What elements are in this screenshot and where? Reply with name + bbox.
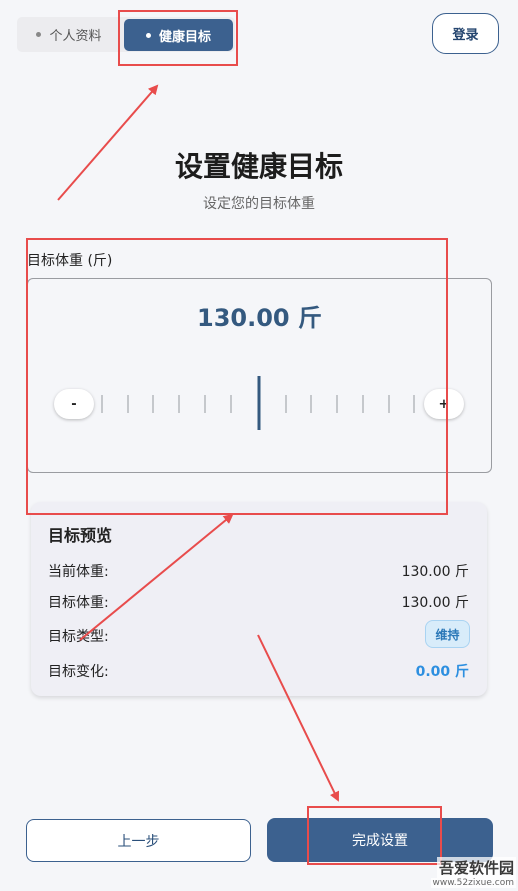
tab-profile-label: 个人资料 [49, 29, 102, 44]
target-weight-row-value: 130.00 斤 [401, 595, 469, 611]
increase-button[interactable]: + [424, 389, 464, 419]
tab-health-goal-label: 健康目标 [158, 29, 211, 45]
watermark-text: 吾爱软件园 [436, 857, 516, 878]
site-watermark: 吾爱软件园 www.52zixue.com [416, 836, 516, 888]
weight-ruler-slider[interactable] [96, 376, 424, 432]
watermark-url: www.52zixue.com [430, 878, 516, 888]
dot-icon [145, 32, 151, 38]
decrease-button[interactable]: - [54, 389, 94, 419]
login-button[interactable]: 登录 [432, 13, 499, 54]
tab-profile[interactable]: 个人资料 [17, 17, 121, 52]
current-weight-value: 130.00 斤 [401, 564, 469, 580]
preview-title: 目标预览 [48, 526, 113, 545]
target-weight-label: 目标体重 (斤) [27, 253, 113, 269]
weight-value: 130.00 斤 [197, 304, 322, 332]
goal-type-label: 目标类型: [48, 629, 109, 645]
dot-icon [36, 32, 42, 37]
tab-health-goal[interactable]: 健康目标 [124, 19, 233, 51]
back-button[interactable]: 上一步 [26, 819, 251, 862]
current-weight-label: 当前体重: [48, 564, 109, 580]
page-subtitle: 设定您的目标体重 [203, 196, 315, 212]
goal-change-label: 目标变化: [48, 664, 109, 680]
goal-type-badge: 维持 [425, 620, 470, 648]
page-title: 设置健康目标 [174, 150, 343, 183]
target-weight-row-label: 目标体重: [48, 595, 109, 611]
goal-change-value: 0.00 斤 [415, 664, 469, 680]
